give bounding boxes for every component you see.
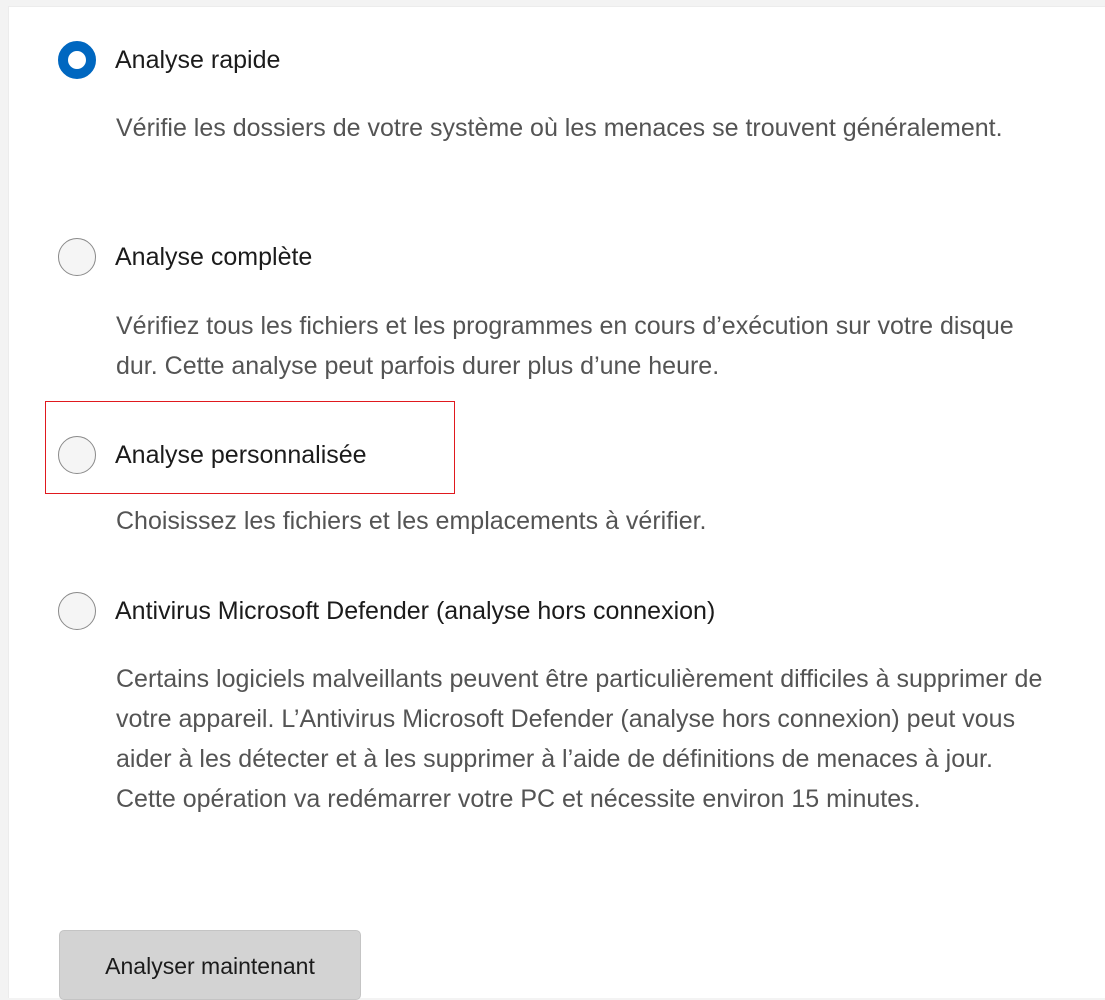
full-scan-description: Vérifiez tous les fichiers et les progra… (116, 312, 1014, 380)
custom-scan-highlight (45, 401, 455, 494)
full-scan-label: Analyse complète (115, 242, 313, 271)
offline-scan-label: Antivirus Microsoft Defender (analyse ho… (115, 596, 716, 625)
scan-now-button[interactable]: Analyser maintenant (59, 930, 361, 1000)
quick-scan-option[interactable]: Analyse rapide (58, 41, 280, 79)
offline-scan-radio[interactable] (58, 592, 96, 630)
offline-scan-option[interactable]: Antivirus Microsoft Defender (analyse ho… (58, 592, 715, 630)
custom-scan-description: Choisissez les fichiers et les emplaceme… (116, 507, 707, 535)
quick-scan-radio[interactable] (58, 41, 96, 79)
quick-scan-description: Vérifie les dossiers de votre système où… (116, 114, 1003, 142)
quick-scan-label: Analyse rapide (115, 45, 281, 74)
full-scan-radio[interactable] (58, 238, 96, 276)
full-scan-option[interactable]: Analyse complète (58, 238, 312, 276)
offline-scan-description: Certains logiciels malveillants peuvent … (116, 665, 1043, 813)
